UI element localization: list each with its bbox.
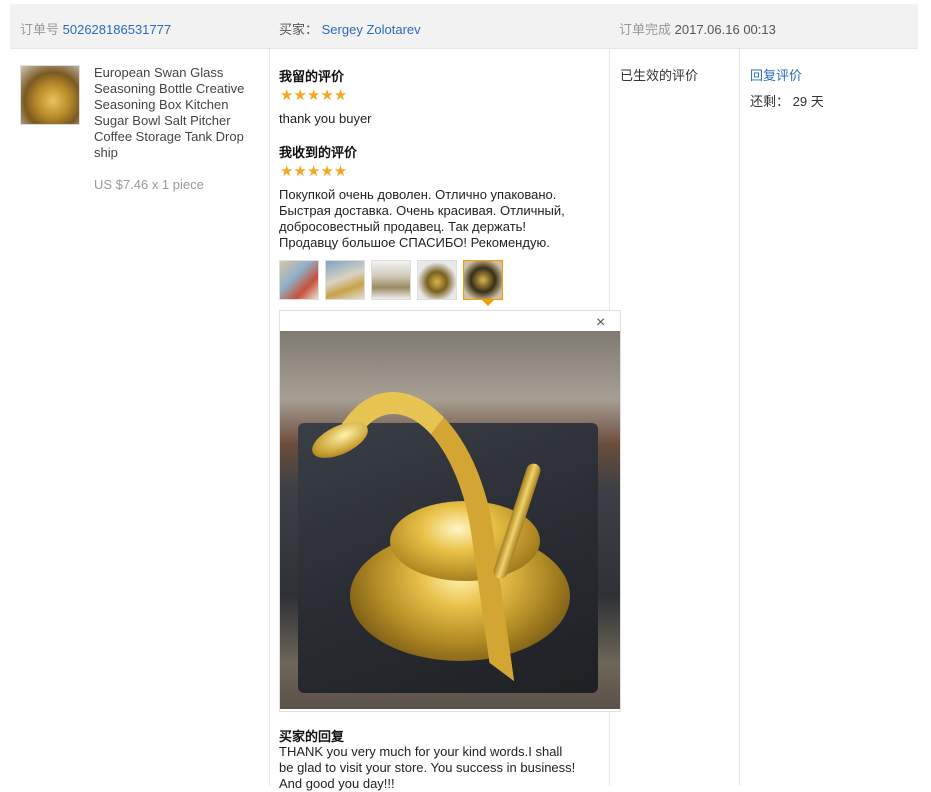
review-line: Покупкой очень доволен. Отлично упакован… — [279, 187, 557, 202]
column-divider — [269, 49, 270, 786]
reply-line: And good you day!!! — [279, 776, 395, 791]
my-rating-stars: ★★★★★ — [280, 87, 348, 104]
product-title[interactable]: European Swan Glass Seasoning Bottle Cre… — [94, 65, 262, 161]
received-review-text: Покупкой очень доволен. Отлично упакован… — [279, 187, 565, 251]
order-label: 订单号 — [20, 22, 60, 37]
review-line: добросовестный продавец. Так держать! — [279, 219, 527, 234]
review-line: Быстрая доставка. Очень красивая. Отличн… — [279, 203, 565, 218]
completed-label: 订单完成 — [619, 22, 672, 37]
remaining-value: 29 天 — [792, 94, 824, 109]
reply-review-link[interactable]: 回复评价 — [750, 65, 802, 84]
buyer-reply-text: THANK you very much for your kind words.… — [279, 744, 575, 792]
order-number-link[interactable]: 502628186531777 — [63, 22, 171, 37]
order-completed-field: 订单完成 2017.06.16 00:13 — [619, 19, 776, 38]
buyer-field: 买家： Sergey Zolotarev — [279, 19, 421, 38]
reply-line: THANK you very much for your kind words.… — [279, 744, 563, 759]
review-photo-thumb[interactable] — [417, 260, 457, 300]
received-rating-stars: ★★★★★ — [280, 163, 348, 180]
product-price: US $7.46 x 1 piece — [94, 177, 204, 192]
my-review-label: 我留的评价 — [279, 69, 345, 84]
reply-line: be glad to visit your store. You success… — [279, 760, 576, 775]
column-divider — [739, 49, 740, 786]
buyer-label: 买家： — [279, 22, 319, 37]
completed-time: 2017.06.16 00:13 — [674, 22, 776, 37]
buyer-name-link[interactable]: Sergey Zolotarev — [322, 22, 421, 37]
preview-photo — [280, 331, 620, 709]
review-photo-strip — [279, 260, 503, 300]
review-line: Продавцу большое СПАСИБО! Рекомендую. — [279, 235, 550, 250]
review-status: 已生效的评价 — [620, 68, 699, 83]
review-photo-thumb[interactable] — [371, 260, 411, 300]
review-photo-thumb[interactable] — [325, 260, 365, 300]
buyer-reply-label: 买家的回复 — [279, 729, 345, 744]
preview-pointer — [482, 300, 494, 306]
review-photo-thumb[interactable] — [279, 260, 319, 300]
order-header: 订单号 502628186531777 买家： Sergey Zolotarev… — [10, 4, 918, 49]
remaining-label: 还剩： — [750, 94, 790, 109]
review-photo-thumb-active[interactable] — [463, 260, 503, 300]
order-number-field: 订单号 502628186531777 — [20, 19, 171, 38]
remaining-time: 还剩： 29 天 — [750, 91, 824, 110]
received-review-label: 我收到的评价 — [279, 145, 358, 160]
my-review-text: thank you buyer — [279, 111, 372, 126]
product-thumbnail[interactable] — [20, 65, 80, 125]
close-icon[interactable]: × — [596, 314, 605, 332]
